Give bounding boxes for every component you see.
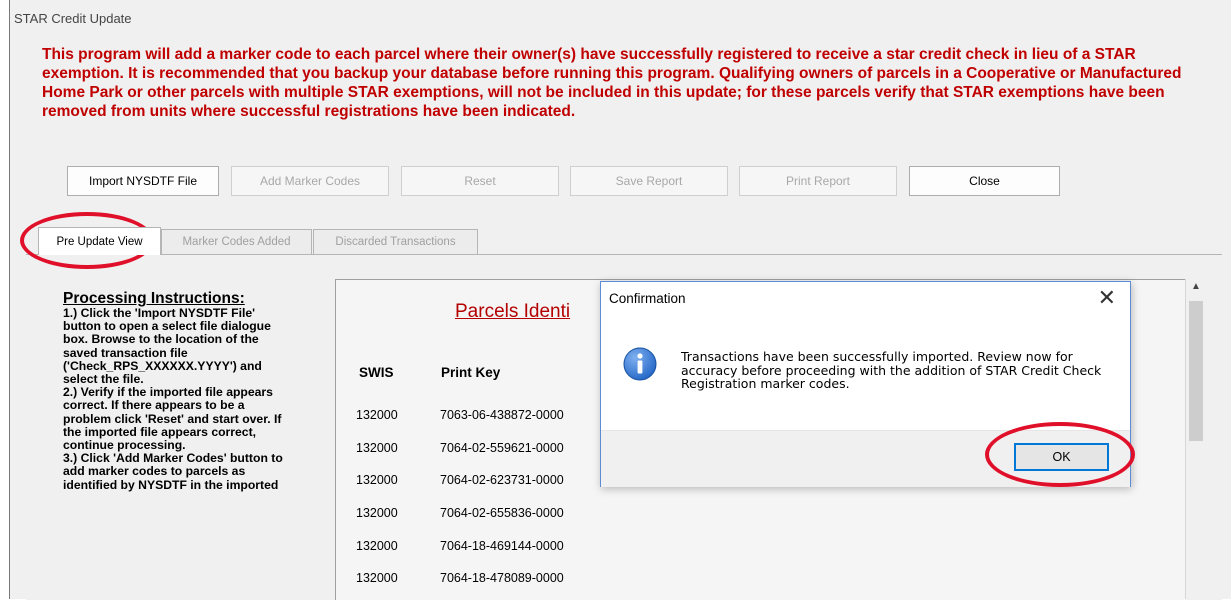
processing-instructions: Processing Instructions: 1.) Click the '… bbox=[63, 290, 291, 492]
annotation-circle bbox=[985, 422, 1135, 487]
close-icon[interactable]: ✕ bbox=[1098, 286, 1116, 310]
scroll-up-arrow-icon[interactable]: ▲ bbox=[1186, 281, 1206, 292]
dialog-title: Confirmation bbox=[609, 291, 686, 306]
print-report-button[interactable]: Print Report bbox=[739, 166, 897, 196]
print-key-cell: 7064-18-469144-0000 bbox=[440, 539, 564, 553]
dialog-message: Transactions have been successfully impo… bbox=[681, 349, 1102, 391]
grid-title: Parcels Identi bbox=[455, 301, 571, 322]
window-title: STAR Credit Update bbox=[14, 11, 132, 26]
swis-cell: 132000 bbox=[356, 506, 398, 520]
tab-discarded-transactions[interactable]: Discarded Transactions bbox=[313, 229, 478, 254]
scrollbar-thumb[interactable] bbox=[1189, 301, 1203, 441]
instructions-body: 1.) Click the 'Import NYSDTF File' butto… bbox=[63, 306, 283, 492]
swis-cell: 132000 bbox=[356, 441, 398, 455]
add-marker-codes-button[interactable]: Add Marker Codes bbox=[231, 166, 389, 196]
swis-cell: 132000 bbox=[356, 571, 398, 585]
print-key-cell: 7064-02-623731-0000 bbox=[440, 473, 564, 487]
column-header-swis: SWIS bbox=[359, 365, 394, 380]
table-row[interactable]: 132000 7064-02-655836-0000 bbox=[336, 506, 936, 526]
import-nysdtf-button[interactable]: Import NYSDTF File bbox=[67, 166, 219, 196]
print-key-cell: 7064-02-559621-0000 bbox=[440, 441, 564, 455]
close-button[interactable]: Close bbox=[909, 166, 1060, 196]
print-key-cell: 7064-18-478089-0000 bbox=[440, 571, 564, 585]
print-key-cell: 7064-02-655836-0000 bbox=[440, 506, 564, 520]
tab-marker-codes-added[interactable]: Marker Codes Added bbox=[161, 229, 312, 254]
swis-cell: 132000 bbox=[356, 539, 398, 553]
table-row[interactable]: 132000 7064-18-469144-0000 bbox=[336, 539, 936, 559]
info-icon bbox=[623, 347, 657, 381]
save-report-button[interactable]: Save Report bbox=[570, 166, 728, 196]
vertical-scrollbar[interactable]: ▲ bbox=[1185, 279, 1206, 599]
table-row[interactable]: 132000 7064-18-478089-0000 bbox=[336, 571, 936, 591]
column-header-print-key: Print Key bbox=[441, 365, 501, 380]
swis-cell: 132000 bbox=[356, 408, 398, 422]
instructions-heading: Processing Instructions: bbox=[63, 290, 245, 307]
tab-pre-update-view[interactable]: Pre Update View bbox=[38, 227, 161, 255]
print-key-cell: 7063-06-438872-0000 bbox=[440, 408, 564, 422]
reset-button[interactable]: Reset bbox=[401, 166, 559, 196]
swis-cell: 132000 bbox=[356, 473, 398, 487]
intro-text: This program will add a marker code to e… bbox=[42, 46, 1182, 120]
